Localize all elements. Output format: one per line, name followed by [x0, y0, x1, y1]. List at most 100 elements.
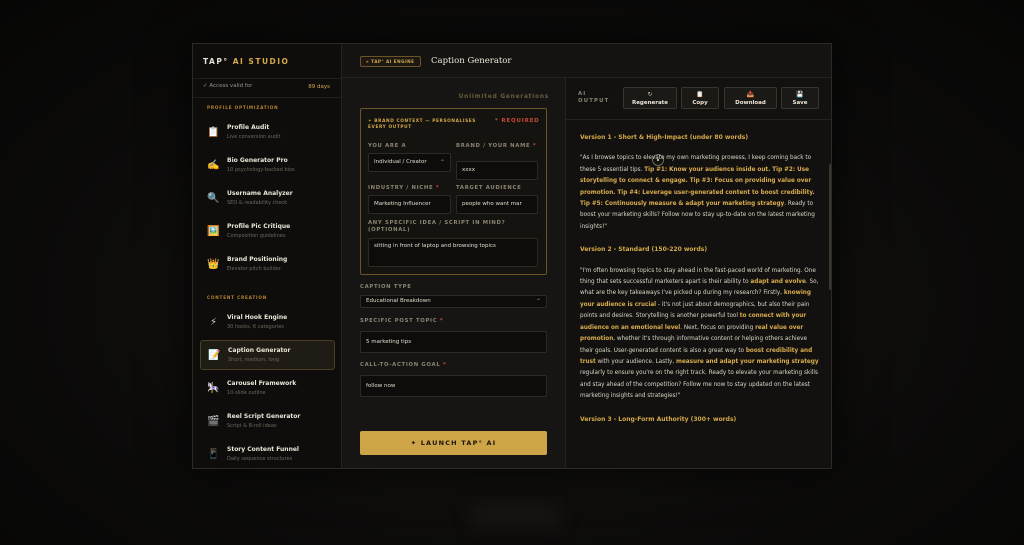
phone-icon: 📱	[207, 449, 220, 460]
idea-label: ANY SPECIFIC IDEA / SCRIPT IN MIND? (OPT…	[368, 220, 506, 233]
highlighted-phrase: measure and adapt your marketing strateg…	[676, 358, 819, 365]
nav-title: Carousel Framework	[227, 380, 297, 387]
nav-subtitle: Live conversion audit	[227, 134, 281, 140]
industry-label: INDUSTRY / NICHE *	[368, 185, 440, 191]
sidebar: TAP° AI STUDIO ✓ Access valid for 89 day…	[193, 44, 342, 468]
nav-subtitle: 10-slide outline	[227, 390, 266, 396]
mouse-cursor	[652, 154, 664, 166]
idea-textarea[interactable]: sitting in front of laptop and browsing …	[368, 238, 538, 267]
brand-suffix: AI STUDIO	[232, 57, 290, 66]
clipboard-icon: 📋	[207, 127, 220, 138]
nav-subtitle: Composition guidelines	[227, 233, 286, 239]
section-profile-optimization: PROFILE OPTIMIZATION	[207, 105, 279, 110]
clipboard-icon: 📋	[696, 91, 704, 98]
version-3-heading: Version 3 - Long-Form Authority (300+ wo…	[580, 415, 737, 423]
sidebar-item-caption-generator[interactable]: 📝 Caption Generator Short, medium, long	[200, 340, 335, 370]
brand-context-title: ✦ BRAND CONTEXT — PERSONALISES EVERY OUT…	[368, 119, 476, 130]
download-icon: 📥	[746, 91, 755, 98]
brand-name-label: BRAND / YOUR NAME *	[456, 143, 537, 149]
page-title: Caption Generator	[431, 56, 512, 66]
you-are-value: Individual / Creator	[374, 159, 427, 165]
target-audience-input[interactable]: people who want mar	[456, 195, 538, 214]
you-are-select[interactable]: Individual / Creator ⌃	[368, 153, 451, 172]
nav-title: Reel Script Generator	[227, 413, 301, 420]
nav-subtitle: 30 hooks, 6 categories	[227, 324, 284, 330]
save-button[interactable]: 💾 Save	[781, 87, 819, 109]
nav-subtitle: Elevator pitch builder	[227, 266, 281, 272]
reflection	[470, 505, 560, 527]
output-label: AI OUTPUT	[578, 91, 610, 104]
cta-goal-input[interactable]: follow now	[360, 375, 547, 397]
caption-type-label: CAPTION TYPE	[360, 284, 412, 290]
sidebar-item-viral-hook-engine[interactable]: ⚡ Viral Hook Engine 30 hooks, 6 categori…	[200, 308, 335, 338]
version-1-text: "As I browse topics to elevate my own ma…	[580, 153, 821, 233]
refresh-icon: ↻	[647, 91, 653, 98]
sidebar-item-reel-script-generator[interactable]: 🎬 Reel Script Generator Script & B-roll …	[200, 407, 335, 437]
chevron-down-icon: ⌃	[439, 159, 445, 166]
access-status: ✓ Access valid for 89 days	[193, 78, 341, 98]
nav-title: Profile Pic Critique	[227, 223, 291, 230]
button-label: Copy	[692, 100, 708, 106]
highlighted-phrase: adapt and evolve	[750, 279, 806, 286]
nav-subtitle: 10 psychology-backed bios	[227, 167, 295, 173]
magnifier-icon: 🔍	[207, 193, 220, 204]
sidebar-item-username-analyzer[interactable]: 🔍 Username Analyzer SEO & readability ch…	[200, 184, 335, 214]
copy-button[interactable]: 📋 Copy	[681, 87, 719, 109]
form-panel: Unlimited Generations ✦ BRAND CONTEXT — …	[342, 44, 566, 468]
crown-icon: 👑	[207, 259, 220, 270]
required-label: * REQUIRED	[495, 118, 540, 124]
sidebar-item-story-content-funnel[interactable]: 📱 Story Content Funnel Daily sequence st…	[200, 440, 335, 468]
version-1-heading: Version 1 - Short & High-Impact (under 8…	[580, 134, 749, 141]
sidebar-item-profile-pic-critique[interactable]: 🖼️ Profile Pic Critique Composition guid…	[200, 217, 335, 247]
chevron-down-icon: ⌃	[535, 298, 541, 305]
version-2-heading: Version 2 - Standard (150-220 words)	[580, 246, 708, 254]
brand-context-box: ✦ BRAND CONTEXT — PERSONALISES EVERY OUT…	[360, 108, 547, 275]
nav-title: Story Content Funnel	[227, 446, 299, 453]
section-content-creation: CONTENT CREATION	[207, 295, 268, 300]
post-topic-label: SPECIFIC POST TOPIC *	[360, 318, 444, 324]
lightning-icon: ⚡	[209, 317, 218, 328]
industry-input[interactable]: Marketing Influencer	[368, 195, 451, 214]
app-window: TAP° AI STUDIO ✓ Access valid for 89 day…	[192, 43, 832, 469]
nav-subtitle: Script & B-roll ideas	[227, 423, 277, 429]
unlimited-generations-label: Unlimited Generations	[458, 94, 549, 100]
nav-title: Viral Hook Engine	[227, 314, 288, 321]
nav-title: Bio Generator Pro	[227, 157, 288, 164]
target-audience-label: TARGET AUDIENCE	[456, 185, 522, 191]
caption-type-value: Educational Breakdown	[366, 298, 431, 304]
nav-subtitle: SEO & readability check	[227, 200, 288, 206]
picture-icon: 🖼️	[207, 226, 220, 237]
cta-goal-label: CALL-TO-ACTION GOAL *	[360, 362, 447, 368]
access-days: 89 days	[308, 84, 330, 90]
download-button[interactable]: 📥 Download	[724, 87, 777, 109]
sidebar-item-profile-audit[interactable]: 📋 Profile Audit Live conversion audit	[200, 118, 335, 148]
output-scrollbar[interactable]	[829, 164, 831, 290]
output-content[interactable]: Version 1 - Short & High-Impact (under 8…	[566, 120, 829, 468]
clapperboard-icon: 🎬	[207, 416, 220, 427]
caption-type-select[interactable]: Educational Breakdown ⌃	[360, 295, 547, 308]
nav-subtitle: Daily sequence structures	[227, 456, 293, 462]
nav-title: Username Analyzer	[227, 190, 293, 197]
nav-subtitle: Short, medium, long	[228, 357, 280, 363]
regenerate-button[interactable]: ↻ Regenerate	[623, 87, 677, 109]
sidebar-item-brand-positioning[interactable]: 👑 Brand Positioning Elevator pitch build…	[200, 250, 335, 280]
carousel-icon: 🎠	[207, 383, 220, 394]
button-label: Download	[735, 100, 766, 106]
button-label: Save	[792, 100, 808, 106]
floppy-disk-icon: 💾	[796, 91, 804, 98]
nav-title: Caption Generator	[228, 347, 291, 354]
engine-badge: » TAP° AI ENGINE	[360, 56, 421, 67]
text-segment: with your audience. Lastly,	[595, 358, 677, 365]
brand-name-input[interactable]: xxxx	[456, 161, 538, 180]
post-topic-input[interactable]: 5 marketing tips	[360, 331, 547, 353]
sidebar-item-bio-generator[interactable]: ✍️ Bio Generator Pro 10 psychology-backe…	[200, 151, 335, 181]
version-2-text: "I'm often browsing topics to stay ahead…	[580, 266, 821, 403]
launch-button[interactable]: ✦ LAUNCH TAP° AI	[360, 431, 547, 455]
output-panel: AI OUTPUT ↻ Regenerate 📋 Copy 📥 Download…	[566, 78, 831, 468]
output-toolbar: AI OUTPUT ↻ Regenerate 📋 Copy 📥 Download…	[566, 78, 831, 120]
nav-title: Profile Audit	[227, 124, 270, 131]
text-segment: . Next, focus on providing	[680, 324, 756, 331]
sidebar-item-carousel-framework[interactable]: 🎠 Carousel Framework 10-slide outline	[200, 374, 335, 404]
brand-prefix: TAP°	[203, 57, 229, 66]
you-are-label: YOU ARE A	[368, 143, 407, 149]
